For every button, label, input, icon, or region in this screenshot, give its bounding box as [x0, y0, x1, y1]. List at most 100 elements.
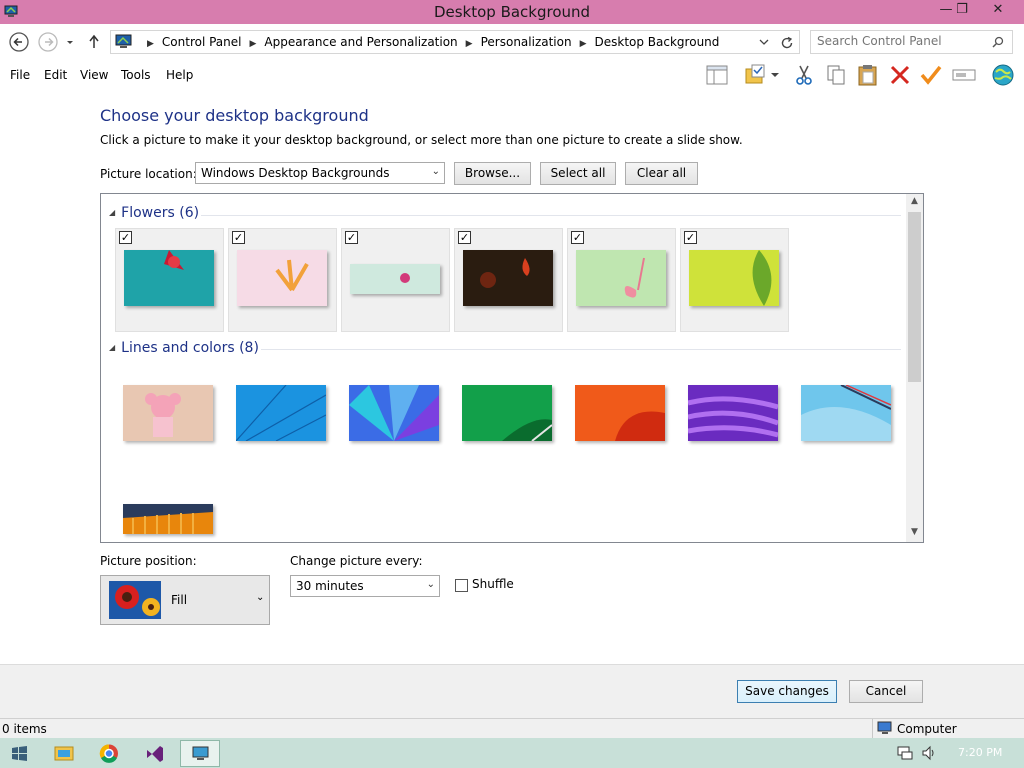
control-panel-task[interactable] [180, 740, 220, 767]
chrome-icon[interactable] [89, 740, 129, 767]
forward-icon[interactable] [37, 31, 59, 53]
chevron-right-icon: ▶ [465, 39, 473, 49]
picture-tile[interactable]: ✓ [680, 228, 789, 332]
globe-icon[interactable] [990, 63, 1016, 87]
picture-location-label: Picture location: [100, 167, 197, 181]
content-area: Choose your desktop background Click a p… [0, 90, 1024, 664]
light-blue-thumbnail[interactable] [801, 385, 891, 441]
back-icon[interactable] [8, 31, 30, 53]
menu-file[interactable]: File [10, 68, 30, 82]
start-icon[interactable] [0, 740, 40, 767]
chevron-down-icon[interactable] [759, 38, 769, 46]
clear-all-button[interactable]: Clear all [625, 162, 698, 185]
control-panel-icon [115, 34, 132, 48]
up-icon[interactable] [86, 31, 102, 53]
copy-icon[interactable] [823, 63, 849, 87]
page-title: Choose your desktop background [100, 106, 369, 125]
orange-thumbnail[interactable] [575, 385, 665, 441]
picture-list[interactable]: ◢ Flowers (6) ✓ ✓ ✓ ✓ ✓ ✓ ◢ Lines and co… [100, 193, 924, 543]
character-thumbnail[interactable] [123, 385, 213, 441]
picture-checkbox[interactable]: ✓ [684, 231, 697, 244]
picture-checkbox[interactable]: ✓ [119, 231, 132, 244]
flower-thumbnail [237, 250, 327, 306]
chevron-down-icon[interactable] [768, 63, 782, 87]
network-icon[interactable] [896, 744, 914, 762]
collapse-icon[interactable]: ◢ [109, 343, 115, 352]
picture-checkbox[interactable]: ✓ [458, 231, 471, 244]
group-label: Lines and colors (8) [121, 340, 259, 356]
picture-tile[interactable]: ✓ [115, 228, 224, 332]
select-all-button[interactable]: Select all [540, 162, 616, 185]
breadcrumb: ▶ Control Panel ▶ Appearance and Personaliz… [139, 35, 719, 49]
chevron-down-icon: ⌄ [256, 592, 265, 603]
scroll-down-icon[interactable]: ▼ [906, 527, 923, 537]
checkmark-icon[interactable] [918, 63, 944, 87]
sunflower-preview-icon [109, 581, 161, 619]
address-bar: ▶ Control Panel ▶ Appearance and Personaliz… [0, 24, 1024, 60]
shuffle-checkbox[interactable] [455, 579, 468, 592]
menu-tools[interactable]: Tools [121, 68, 151, 82]
group-divider [261, 349, 901, 350]
search-icon[interactable] [992, 36, 1004, 48]
picture-tile[interactable]: ✓ [454, 228, 563, 332]
shuffle-label[interactable]: Shuffle [472, 577, 514, 591]
cancel-button[interactable]: Cancel [849, 680, 923, 703]
group-label: Flowers (6) [121, 205, 200, 221]
refresh-icon[interactable] [779, 35, 795, 51]
volume-icon[interactable] [920, 744, 938, 762]
picture-position-select[interactable]: Fill ⌄ [100, 575, 270, 625]
location-label: Computer [897, 722, 957, 736]
breadcrumb-control-panel[interactable]: Control Panel [162, 35, 242, 49]
search-box[interactable] [810, 30, 1013, 54]
flower-thumbnail [463, 250, 553, 306]
change-interval-select[interactable]: 30 minutes ⌄ [290, 575, 440, 597]
picture-tile[interactable]: ✓ [341, 228, 450, 332]
taskbar: 7:20 PM [0, 738, 1024, 768]
picture-location-select[interactable]: Windows Desktop Backgrounds ⌄ [195, 162, 445, 184]
rename-icon[interactable] [951, 63, 977, 87]
blue-lines-thumbnail[interactable] [236, 385, 326, 441]
change-picture-label: Change picture every: [290, 554, 423, 568]
picture-checkbox[interactable]: ✓ [232, 231, 245, 244]
menu-help[interactable]: Help [166, 68, 193, 82]
blue-fan-thumbnail[interactable] [349, 385, 439, 441]
chevron-right-icon: ▶ [249, 39, 257, 49]
scrollbar[interactable]: ▲ ▼ [906, 194, 923, 542]
picture-location-value: Windows Desktop Backgrounds [201, 166, 390, 180]
collapse-icon[interactable]: ◢ [109, 208, 115, 217]
close-button[interactable]: ✕ [982, 0, 1014, 22]
search-input[interactable] [817, 34, 987, 48]
change-interval-value: 30 minutes [296, 579, 364, 593]
visual-studio-icon[interactable] [134, 740, 174, 767]
purple-thumbnail[interactable] [688, 385, 778, 441]
address-field[interactable]: ▶ Control Panel ▶ Appearance and Personaliz… [110, 30, 800, 54]
group-header-flowers[interactable]: ◢ Flowers (6) [109, 205, 199, 221]
scrollbar-thumb[interactable] [908, 212, 921, 382]
picture-checkbox[interactable]: ✓ [571, 231, 584, 244]
orange-blue-thumbnail[interactable] [123, 504, 213, 534]
breadcrumb-appearance[interactable]: Appearance and Personalization [264, 35, 457, 49]
preview-pane-icon[interactable] [704, 63, 730, 87]
restore-button[interactable]: ❐ [946, 0, 978, 22]
page-description: Click a picture to make it your desktop … [100, 133, 743, 147]
picture-checkbox[interactable]: ✓ [345, 231, 358, 244]
properties-icon[interactable] [744, 63, 770, 87]
save-changes-button[interactable]: Save changes [737, 680, 837, 703]
cut-icon[interactable] [791, 63, 817, 87]
breadcrumb-desktop-background[interactable]: Desktop Background [595, 35, 720, 49]
menu-view[interactable]: View [80, 68, 108, 82]
paste-icon[interactable] [855, 63, 881, 87]
scroll-up-icon[interactable]: ▲ [906, 196, 923, 206]
item-count: 0 items [2, 722, 47, 736]
browse-button[interactable]: Browse... [454, 162, 531, 185]
picture-tile[interactable]: ✓ [567, 228, 676, 332]
delete-icon[interactable] [887, 63, 913, 87]
recent-locations-icon[interactable] [63, 31, 77, 53]
group-header-lines-colors[interactable]: ◢ Lines and colors (8) [109, 340, 259, 356]
picture-tile[interactable]: ✓ [228, 228, 337, 332]
green-thumbnail[interactable] [462, 385, 552, 441]
menu-edit[interactable]: Edit [44, 68, 67, 82]
clock[interactable]: 7:20 PM [958, 746, 1002, 759]
file-explorer-icon[interactable] [44, 740, 84, 767]
breadcrumb-personalization[interactable]: Personalization [481, 35, 572, 49]
